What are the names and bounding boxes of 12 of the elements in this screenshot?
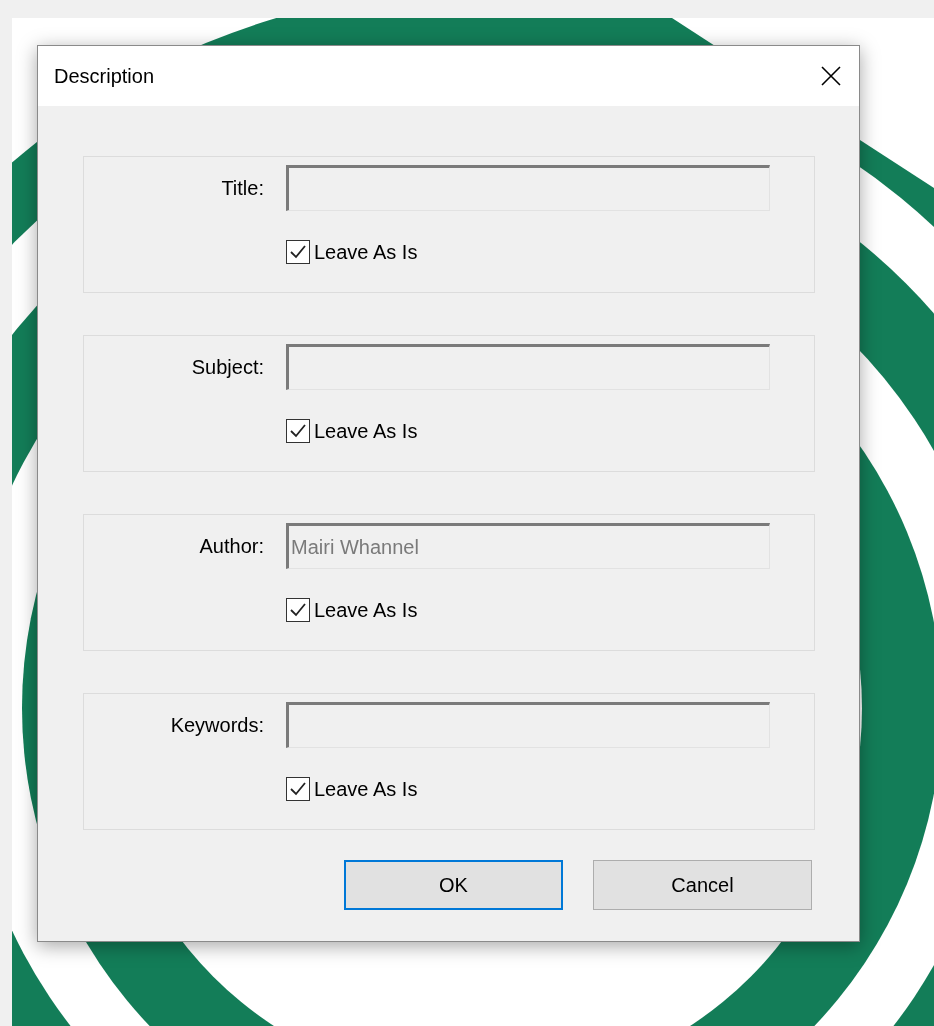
checkmark-icon xyxy=(289,602,307,618)
checkmark-icon xyxy=(289,781,307,797)
checkmark-icon xyxy=(289,244,307,260)
field-label: Subject: xyxy=(190,355,264,380)
window-title: Description xyxy=(54,64,155,89)
ok-button[interactable]: OK xyxy=(344,860,563,910)
checkmark-icon xyxy=(289,423,307,439)
cancel-button[interactable]: Cancel xyxy=(593,860,812,910)
field-label: Author: xyxy=(198,534,264,559)
close-icon xyxy=(821,66,841,86)
field-label: Keywords: xyxy=(169,713,264,738)
field-label: Title: xyxy=(220,176,264,201)
